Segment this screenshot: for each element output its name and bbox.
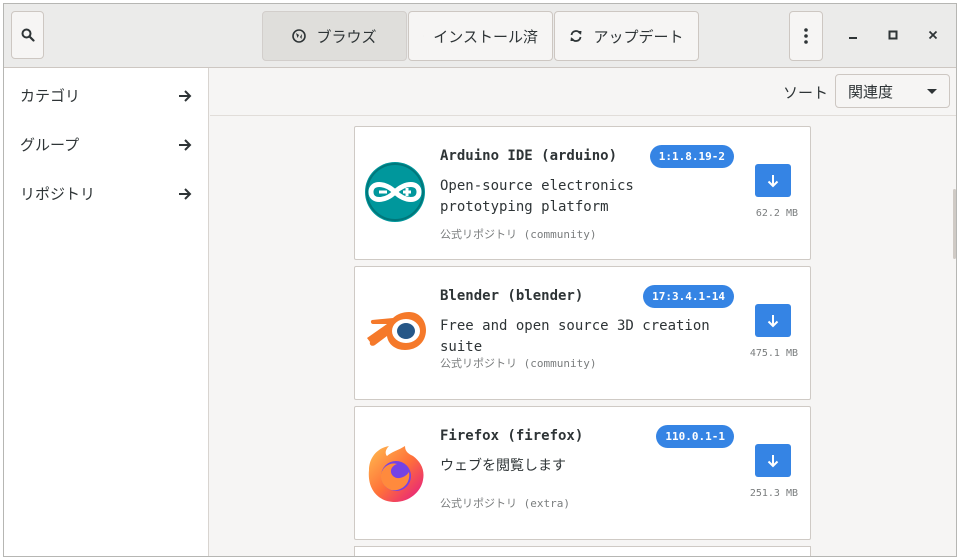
tab-browse-label: ブラウズ <box>316 27 377 46</box>
download-icon <box>767 314 779 327</box>
app-window: ブラウズ インストール済 アップデート カテゴリ グループ リポジトリ ソート … <box>3 3 957 557</box>
install-button[interactable] <box>755 164 791 197</box>
package-description: ウェブを閲覧します <box>440 458 566 474</box>
tab-installed[interactable]: インストール済 <box>408 11 553 61</box>
arrow-right-icon <box>179 89 192 102</box>
package-card-partial[interactable] <box>354 546 811 556</box>
package-repo: 公式リポジトリ (community) <box>440 228 597 241</box>
minimize-icon <box>849 37 857 39</box>
maximize-button[interactable] <box>878 20 908 50</box>
sort-dropdown[interactable]: 関連度 <box>835 74 950 108</box>
version-badge: 1:1.8.19-2 <box>649 145 734 168</box>
install-button[interactable] <box>755 304 791 337</box>
header-bar: ブラウズ インストール済 アップデート <box>4 4 956 68</box>
package-title: Blender (blender) <box>440 288 584 304</box>
tab-updates-label: アップデート <box>593 27 684 46</box>
install-button[interactable] <box>755 444 791 477</box>
sort-bar: ソート 関連度 <box>210 68 956 116</box>
sidebar-item-repositories[interactable]: リポジトリ <box>4 169 208 218</box>
package-size: 62.2 MB <box>755 208 798 219</box>
package-repo: 公式リポジトリ (extra) <box>440 497 570 510</box>
minimize-button[interactable] <box>838 20 868 50</box>
sidebar-item-label: グループ <box>20 136 80 154</box>
package-repo: 公式リポジトリ (community) <box>440 357 597 370</box>
arrow-right-icon <box>179 138 192 151</box>
package-size: 251.3 MB <box>749 488 798 499</box>
close-icon <box>928 30 938 40</box>
firefox-icon <box>368 446 424 502</box>
package-description: Free and open source 3D creation suite <box>440 318 710 355</box>
package-card-firefox[interactable]: Firefox (firefox) 110.0.1-1 ウェブを閲覧します 公式… <box>354 406 811 540</box>
sidebar-item-categories[interactable]: カテゴリ <box>4 71 208 120</box>
tab-browse[interactable]: ブラウズ <box>262 11 407 61</box>
maximize-icon <box>888 30 898 40</box>
version-badge: 17:3.4.1-14 <box>643 285 734 308</box>
package-title: Firefox (firefox) <box>440 428 584 444</box>
sidebar-item-groups[interactable]: グループ <box>4 120 208 169</box>
sidebar-item-label: カテゴリ <box>20 87 81 105</box>
scrollbar[interactable] <box>953 189 956 259</box>
arduino-icon <box>365 162 425 222</box>
refresh-icon <box>570 30 582 42</box>
blender-icon <box>367 312 426 350</box>
search-button[interactable] <box>11 11 44 59</box>
package-card-blender[interactable]: Blender (blender) 17:3.4.1-14 Free and o… <box>354 266 811 400</box>
vertical-dots-icon <box>804 28 808 44</box>
version-badge: 110.0.1-1 <box>656 425 734 448</box>
sidebar: カテゴリ グループ リポジトリ <box>4 68 209 556</box>
close-button[interactable] <box>918 20 948 50</box>
sort-label: ソート <box>783 84 829 102</box>
globe-icon <box>292 29 307 43</box>
sort-value: 関連度 <box>848 82 894 101</box>
chevron-down-icon <box>927 88 937 94</box>
package-size: 475.1 MB <box>749 348 798 359</box>
package-card-arduino[interactable]: Arduino IDE (arduino) 1:1.8.19-2 Open-so… <box>354 126 811 260</box>
download-icon <box>767 174 779 187</box>
tab-updates[interactable]: アップデート <box>554 11 699 61</box>
package-list-area: ソート 関連度 Arduino IDE (arduino) 1:1.8.19-2… <box>210 68 956 556</box>
tab-installed-label: インストール済 <box>433 27 538 46</box>
package-title: Arduino IDE (arduino) <box>440 148 618 164</box>
download-icon <box>767 454 779 467</box>
main-menu-button[interactable] <box>789 11 823 61</box>
sidebar-item-label: リポジトリ <box>20 185 96 203</box>
arrow-right-icon <box>179 187 192 200</box>
search-icon <box>21 28 35 42</box>
package-description: Open-source electronics prototyping plat… <box>440 178 634 215</box>
